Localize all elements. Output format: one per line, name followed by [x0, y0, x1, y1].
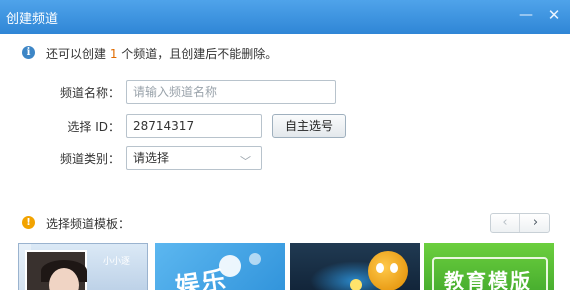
- chevron-down-icon: ﹀: [240, 155, 251, 168]
- info-suffix: 个频道，且创建后不能删除。: [117, 47, 278, 61]
- ball-icon: [350, 279, 362, 290]
- close-icon[interactable]: ✕: [544, 6, 564, 24]
- thumbnail-title: 教育模版: [444, 269, 532, 290]
- bubble-icon: [219, 255, 241, 277]
- dot-icon: [249, 253, 261, 265]
- warning-icon: !: [22, 216, 35, 229]
- title-bar: 创建频道 — ✕: [0, 0, 570, 34]
- template-label: 选择频道模板：: [46, 217, 131, 231]
- channel-id-label: 选择 ID：: [67, 120, 120, 134]
- window-title: 创建频道: [6, 12, 59, 27]
- template-pager: ‹ ›: [490, 213, 550, 233]
- minimize-icon[interactable]: —: [516, 6, 536, 24]
- channel-category-select[interactable]: 请选择 ﹀: [126, 146, 262, 170]
- channel-id-field[interactable]: 28714317: [126, 114, 262, 138]
- template-thumbnail-4[interactable]: 教育模版: [424, 243, 554, 290]
- channel-name-input[interactable]: [126, 80, 336, 104]
- template-thumbnail-1[interactable]: 小小逐: [18, 243, 148, 290]
- chevron-left-icon[interactable]: ‹: [491, 214, 520, 232]
- info-text: 还可以创建 1 个频道，且创建后不能删除。: [46, 45, 277, 62]
- channel-name-label: 频道名称：: [59, 86, 120, 100]
- photo-frame: [25, 250, 87, 290]
- channel-category-label: 频道类别：: [59, 152, 120, 166]
- info-icon: i: [22, 46, 35, 59]
- choose-number-button[interactable]: 自主选号: [272, 114, 346, 138]
- thumbnail-username: 小小逐: [103, 257, 131, 267]
- template-thumbnail-3[interactable]: [290, 243, 420, 290]
- mascot-icon: [368, 251, 408, 290]
- template-thumbnail-2[interactable]: 娱乐: [155, 243, 285, 290]
- chevron-right-icon[interactable]: ›: [521, 214, 550, 232]
- info-prefix: 还可以创建: [46, 47, 110, 61]
- category-selected-value: 请选择: [133, 151, 170, 165]
